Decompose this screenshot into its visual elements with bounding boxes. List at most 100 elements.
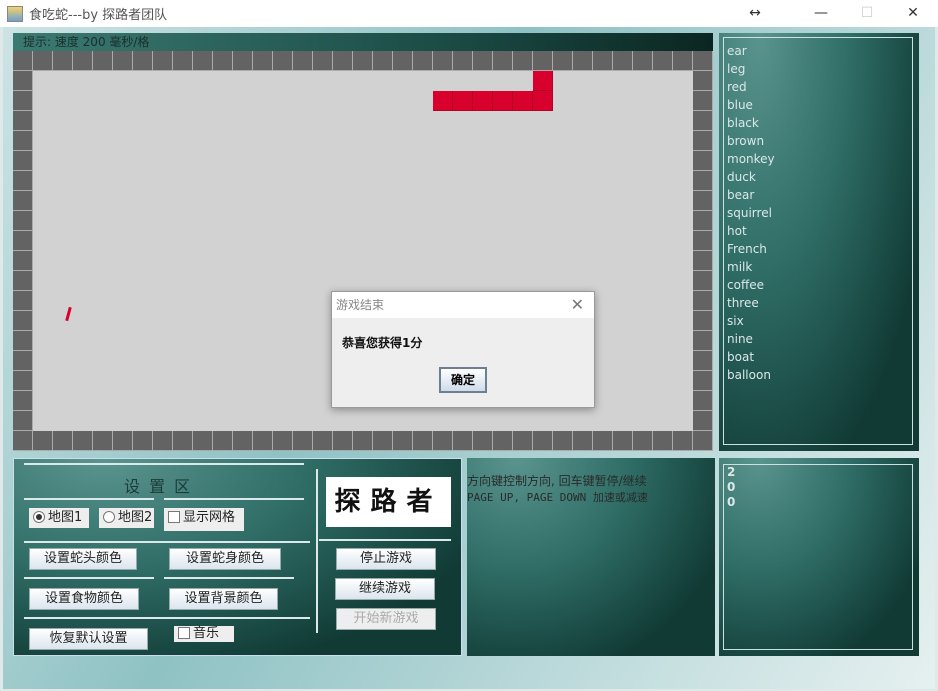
wall-cell [13, 391, 33, 411]
wall-cell [273, 51, 293, 71]
wall-cell [533, 431, 553, 451]
wall-cell [473, 431, 493, 451]
wall-cell [93, 431, 113, 451]
wall-cell [133, 51, 153, 71]
wall-cell [493, 431, 513, 451]
wall-cell [413, 51, 433, 71]
wall-cell [453, 51, 473, 71]
java-app-icon [7, 5, 23, 22]
wall-cell [373, 51, 393, 71]
resize-icon: ↔ [749, 5, 761, 21]
wall-cell [693, 271, 713, 291]
wall-cell [13, 91, 33, 111]
snake-body-cell [433, 91, 453, 111]
wall-cell [153, 431, 173, 451]
close-button[interactable]: ✕ [890, 0, 936, 27]
word-item: red [727, 80, 747, 94]
wall-cell [33, 431, 53, 451]
wall-cell [13, 351, 33, 371]
word-item: monkey [727, 152, 775, 166]
show-grid-checkbox[interactable]: 显示网格 [164, 508, 244, 531]
wall-cell [693, 211, 713, 231]
wall-cell [693, 251, 713, 271]
wall-cell [553, 431, 573, 451]
wall-cell [693, 291, 713, 311]
wall-cell [173, 431, 193, 451]
snake-head-color-button[interactable]: 设置蛇头颜色 [29, 548, 137, 570]
wall-cell [213, 431, 233, 451]
word-item: coffee [727, 278, 764, 292]
wall-cell [633, 51, 653, 71]
snake-body-cell [493, 91, 513, 111]
wall-cell [153, 51, 173, 71]
wall-cell [693, 311, 713, 331]
settings-title: 设 置 区 [124, 477, 193, 496]
instructions-panel: 方向键控制方向, 回车键暂停/继续 PAGE UP, PAGE DOWN 加速或… [467, 458, 715, 656]
map2-radio[interactable]: 地图2 [99, 508, 154, 528]
wall-cell [233, 51, 253, 71]
wall-cell [693, 351, 713, 371]
wall-cell [113, 51, 133, 71]
dialog-message: 恭喜您获得1分 [342, 336, 423, 350]
word-list-panel: ear leg red blue black brown monkey duck bear squ… [719, 33, 919, 451]
wall-cell [13, 371, 33, 391]
game-over-dialog: 游戏结束 ✕ 恭喜您获得1分 确定 [331, 291, 595, 408]
wall-cell [313, 51, 333, 71]
resume-game-button[interactable]: 继续游戏 [335, 578, 435, 600]
wall-cell [633, 431, 653, 451]
wall-cell [613, 51, 633, 71]
word-item: bear [727, 188, 755, 202]
wall-cell [693, 171, 713, 191]
music-checkbox[interactable]: 音乐 [174, 626, 234, 642]
ok-button[interactable]: 确定 [439, 367, 487, 393]
wall-cell [533, 51, 553, 71]
word-item: milk [727, 260, 753, 274]
wall-cell [693, 231, 713, 251]
score-digit: 2 [727, 465, 736, 479]
food-color-button[interactable]: 设置食物颜色 [29, 588, 139, 610]
wall-cell [693, 151, 713, 171]
dialog-close-button[interactable]: ✕ [571, 292, 584, 318]
wall-cell [13, 51, 33, 71]
wall-cell [693, 111, 713, 131]
title-bar: 食吃蛇---by 探路者团队 ↔ — ☐ ✕ [0, 0, 938, 27]
wall-cell [73, 431, 93, 451]
new-game-button[interactable]: 开始新游戏 [336, 608, 436, 630]
word-item: three [727, 296, 759, 310]
wall-cell [673, 51, 693, 71]
wall-cell [513, 51, 533, 71]
snake-body-cell [453, 91, 473, 111]
wall-cell [333, 51, 353, 71]
score-digit: 0 [727, 495, 736, 509]
wall-cell [133, 431, 153, 451]
maximize-button[interactable]: ☐ [844, 0, 890, 27]
restore-default-button[interactable]: 恢复默认设置 [29, 628, 148, 650]
snake-body-color-button[interactable]: 设置蛇身颜色 [169, 548, 281, 570]
wall-cell [273, 431, 293, 451]
wall-cell [693, 91, 713, 111]
wall-cell [313, 431, 333, 451]
instruction-line-2: PAGE UP, PAGE DOWN 加速或减速 [467, 491, 648, 504]
wall-cell [493, 51, 513, 71]
wall-cell [13, 231, 33, 251]
wall-cell [693, 51, 713, 71]
wall-cell [693, 431, 713, 451]
wall-cell [73, 51, 93, 71]
wall-cell [613, 431, 633, 451]
wall-cell [653, 51, 673, 71]
score-digit: 0 [727, 480, 736, 494]
wall-cell [693, 391, 713, 411]
score-panel: 200 [719, 458, 919, 656]
wall-cell [253, 431, 273, 451]
window-title: 食吃蛇---by 探路者团队 [29, 8, 168, 23]
map1-radio[interactable]: 地图1 [29, 508, 89, 528]
wall-cell [113, 431, 133, 451]
minimize-button[interactable]: — [798, 0, 844, 27]
bg-color-button[interactable]: 设置背景颜色 [169, 588, 278, 610]
wall-cell [353, 51, 373, 71]
wall-cell [213, 51, 233, 71]
wall-cell [333, 431, 353, 451]
stop-game-button[interactable]: 停止游戏 [336, 548, 436, 570]
wall-cell [13, 191, 33, 211]
snake-body-cell [473, 91, 493, 111]
